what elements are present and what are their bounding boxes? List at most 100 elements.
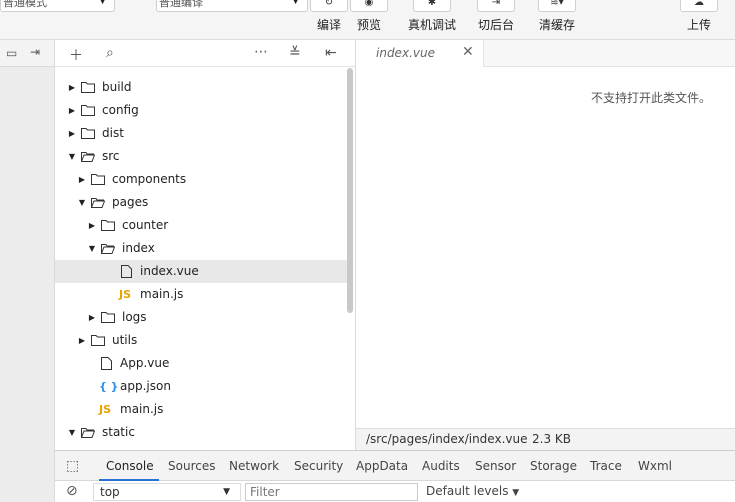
chevron-right-icon[interactable]: ▶: [87, 214, 97, 237]
folder-icon: [81, 105, 95, 116]
editor-tabbar: index.vue ✕: [356, 40, 735, 67]
tree-item-label: logs: [122, 310, 147, 324]
close-icon[interactable]: ✕: [462, 44, 474, 60]
window-icon[interactable]: ▭: [6, 46, 17, 60]
collapse-icon[interactable]: ⇤: [325, 45, 337, 61]
add-icon[interactable]: ＋: [69, 45, 83, 65]
preview-label: 预览: [356, 18, 381, 32]
preview-button[interactable]: ◉ 预览: [347, 0, 391, 40]
sort-icon[interactable]: ≚: [289, 45, 301, 61]
chevron-right-icon[interactable]: ▶: [67, 76, 77, 99]
explorer-scrollbar[interactable]: [347, 68, 353, 313]
tab-sources[interactable]: Sources: [168, 459, 215, 473]
upload-label: 上传: [686, 18, 711, 32]
file-icon: [101, 357, 112, 370]
compile-select-value: 普通编译: [159, 0, 203, 9]
compile-button[interactable]: ↻ 编译: [307, 0, 351, 40]
tree-item[interactable]: ▶ utils: [55, 329, 347, 352]
toolbar: 普通模式 ▼ 普通编译 ▼ ↻ 编译 ◉ 预览 ✱ 真机调试 ⇥ 切后台 ≋▾ …: [0, 0, 735, 40]
chevron-right-icon[interactable]: ▶: [77, 329, 87, 352]
more-icon[interactable]: ⋯: [254, 44, 268, 60]
levels-value: Default levels: [426, 484, 509, 498]
console-filter-bar: ⊘ top ▼ Filter Default levels ▼: [55, 481, 735, 502]
tab-audits[interactable]: Audits: [422, 459, 460, 473]
tab-title: index.vue: [376, 46, 435, 60]
tree-item[interactable]: ▼ pages: [55, 191, 347, 214]
tree-item[interactable]: JS main.js: [55, 283, 347, 306]
devtools-panel: ⬚ Console Sources Network Security AppDa…: [55, 450, 735, 502]
tab-wxml[interactable]: Wxml: [638, 459, 672, 473]
tree-item-label: dist: [102, 126, 124, 140]
tab-trace[interactable]: Trace: [590, 459, 622, 473]
filter-input[interactable]: Filter: [245, 483, 418, 501]
tree-item-label: build: [102, 80, 132, 94]
tree-item[interactable]: ▼ index: [55, 237, 347, 260]
levels-select[interactable]: Default levels ▼: [426, 484, 519, 498]
chevron-down-icon[interactable]: ▼: [67, 421, 77, 444]
tree-item-label: components: [112, 172, 187, 186]
clear-cache-button[interactable]: ≋▾ 清缓存: [531, 0, 583, 40]
status-size: 2.3 KB: [532, 432, 571, 446]
tree-item[interactable]: ▼ src: [55, 145, 347, 168]
refresh-icon: ↻: [310, 0, 348, 12]
tree-item-label: counter: [122, 218, 169, 232]
tree-item[interactable]: ▼ static: [55, 421, 347, 444]
compile-label: 编译: [316, 18, 341, 32]
chevron-down-icon[interactable]: ▼: [67, 145, 77, 168]
tab-console[interactable]: Console: [106, 459, 154, 473]
tree-item-label: pages: [112, 195, 149, 209]
tab-security[interactable]: Security: [294, 459, 343, 473]
tree-item[interactable]: App.vue: [55, 352, 347, 375]
js-file-icon: JS: [119, 288, 132, 301]
tab-sensor[interactable]: Sensor: [475, 459, 516, 473]
tree-item[interactable]: JS main.js: [55, 398, 347, 421]
tree-item[interactable]: ▶ dist: [55, 122, 347, 145]
json-file-icon: { }: [99, 380, 119, 393]
folder-open-icon: [101, 244, 115, 254]
chevron-down-icon: ▼: [512, 488, 520, 498]
folder-icon: [101, 220, 115, 231]
switch-icon: ⇥: [477, 0, 515, 12]
tree-item[interactable]: ▶ build: [55, 76, 347, 99]
search-icon[interactable]: ⌕: [106, 45, 114, 61]
chevron-down-icon[interactable]: ▼: [87, 237, 97, 260]
tree-item-label: app.json: [120, 379, 171, 393]
background-label: 切后台: [477, 18, 514, 32]
chevron-right-icon[interactable]: ▶: [67, 99, 77, 122]
tree-item[interactable]: ▶ logs: [55, 306, 347, 329]
folder-open-icon: [81, 428, 95, 438]
remote-debug-button[interactable]: ✱ 真机调试: [402, 0, 462, 40]
chevron-right-icon[interactable]: ▶: [77, 168, 87, 191]
tree-item-label: index: [122, 241, 155, 255]
block-icon[interactable]: ⊘: [66, 483, 78, 499]
tab-appdata[interactable]: AppData: [356, 459, 408, 473]
collapse-panel-icon[interactable]: ⇥: [30, 45, 40, 59]
tab-network[interactable]: Network: [229, 459, 279, 473]
eye-icon: ◉: [350, 0, 388, 12]
background-button[interactable]: ⇥ 切后台: [470, 0, 522, 40]
tree-item[interactable]: index.vue: [55, 260, 347, 283]
context-select[interactable]: top ▼: [93, 483, 241, 501]
chevron-right-icon[interactable]: ▶: [67, 122, 77, 145]
tree-item[interactable]: ▶ config: [55, 99, 347, 122]
tree-item[interactable]: ▶ counter: [55, 214, 347, 237]
tree-item-label: main.js: [120, 402, 164, 416]
upload-button[interactable]: ☁ 上传: [677, 0, 721, 40]
compile-select[interactable]: 普通编译 ▼: [156, 0, 308, 12]
tab-storage[interactable]: Storage: [530, 459, 577, 473]
chevron-right-icon[interactable]: ▶: [87, 306, 97, 329]
file-explorer: ＋ ⌕ ⋯ ≚ ⇤ ▶ build ▶ config ▶ dist ▼ src ▶ compone…: [55, 40, 356, 450]
chevron-down-icon[interactable]: ▼: [77, 191, 87, 214]
side-toolbar: ▭ ⇥: [0, 40, 54, 67]
tree-item[interactable]: ▶ components: [55, 168, 347, 191]
folder-open-icon: [81, 152, 95, 162]
layers-icon: ≋▾: [538, 0, 576, 12]
tab-index-vue[interactable]: index.vue ✕: [356, 40, 484, 67]
tree-item-label: config: [102, 103, 139, 117]
inspect-icon[interactable]: ⬚: [66, 458, 79, 474]
tree-item-label: src: [102, 149, 120, 163]
mode-select[interactable]: 普通模式 ▼: [0, 0, 115, 12]
clear-cache-label: 清缓存: [538, 18, 575, 32]
chevron-down-icon: ▼: [223, 487, 230, 497]
tree-item[interactable]: { } app.json: [55, 375, 347, 398]
